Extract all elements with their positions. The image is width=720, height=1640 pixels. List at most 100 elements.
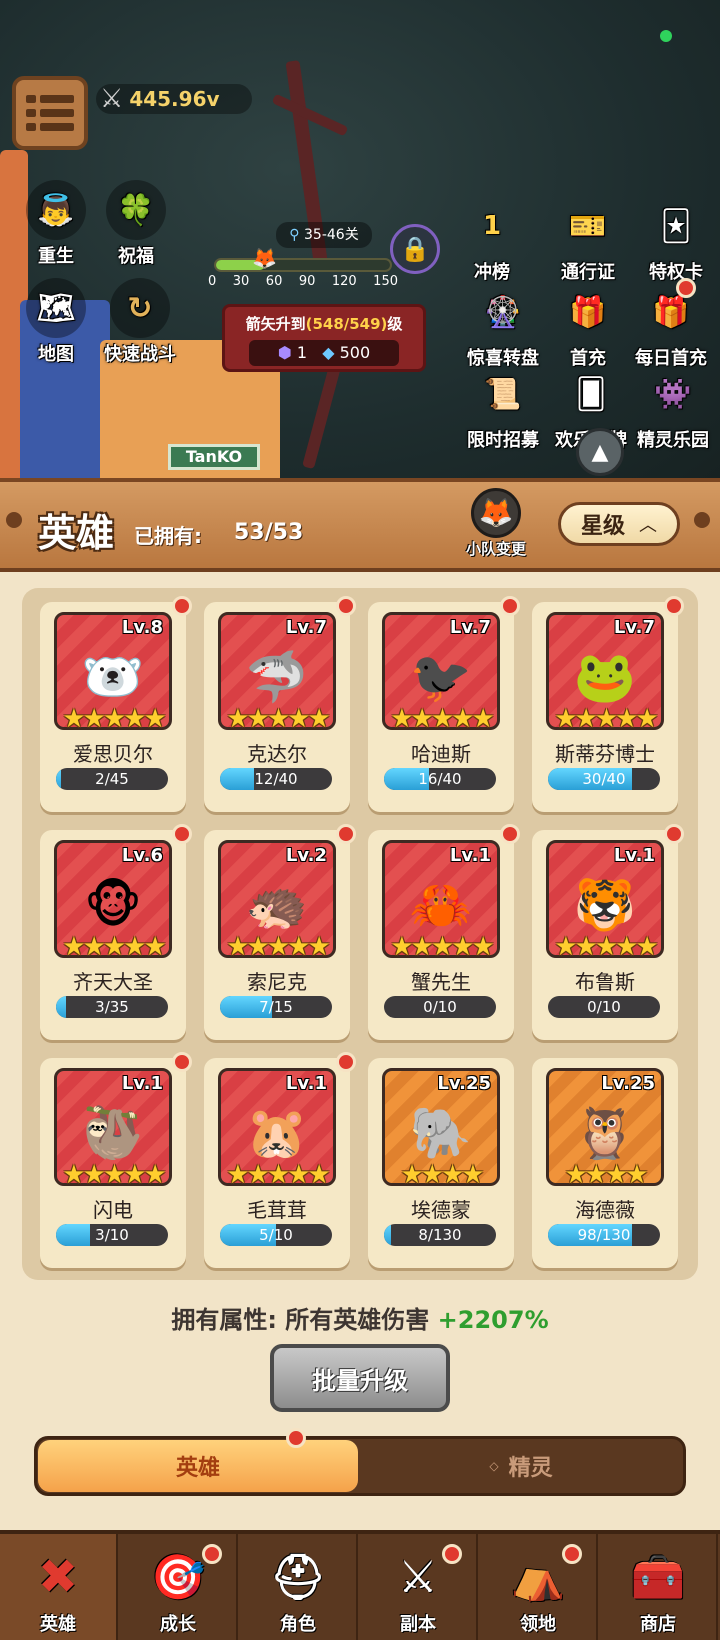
star-rating: ★★★★ — [564, 1160, 648, 1190]
star-rating: ★★★★★ — [390, 932, 495, 962]
diamond-icon: ◆ — [322, 343, 335, 362]
hero-level: Lv.25 — [437, 1073, 491, 1094]
fox-avatar-icon: 🦊 — [471, 488, 521, 538]
hero-card[interactable]: 🦀 Lv.1 ★★★★★ 蟹先生 0/10 — [368, 824, 520, 1040]
blessing-button[interactable]: 🍀 祝福 — [100, 180, 172, 268]
privilege-card-button[interactable]: 🃏 特权卡 — [636, 196, 716, 284]
nav-label: 角色 — [280, 1614, 316, 1635]
spirit-park-button[interactable]: 👾 精灵乐园 — [628, 364, 718, 452]
hero-level: Lv.7 — [285, 617, 327, 638]
notification-dot — [286, 1428, 306, 1448]
nav-item[interactable]: ⚔ 副本 — [360, 1534, 478, 1640]
shard-progress-bar: 2/45 — [56, 768, 168, 790]
purple-gem-icon: ⬢ — [277, 343, 292, 362]
shard-progress-bar: 7/15 — [220, 996, 332, 1018]
menu-button[interactable] — [12, 76, 88, 150]
star-rating: ★★★★★ — [554, 704, 659, 734]
first-recharge-button[interactable]: 🎁 首充 — [552, 282, 624, 370]
shard-progress-bar: 3/35 — [56, 996, 168, 1018]
owned-attribute-bonus: 拥有属性: 所有英雄伤害 +2207% — [171, 1306, 549, 1334]
hero-name: 斯蒂芬博士 — [555, 742, 655, 766]
fast-battle-button[interactable]: ↻ 快速战斗 — [100, 278, 180, 366]
hero-name: 齐天大圣 — [73, 970, 153, 994]
notification-dot — [664, 824, 684, 844]
notification-dot — [500, 596, 520, 616]
notification-dot — [562, 1544, 582, 1564]
hero-level: Lv.7 — [449, 617, 491, 638]
notification-dot — [336, 596, 356, 616]
hero-card[interactable]: 🐦‍⬛ Lv.7 ★★★★★ 哈迪斯 16/40 — [368, 596, 520, 812]
hero-level: Lv.1 — [613, 845, 655, 866]
shard-progress-bar: 5/10 — [220, 1224, 332, 1246]
card-flip-icon: 🂠 — [575, 376, 607, 412]
team-change-button[interactable]: 🦊 小队变更 — [456, 488, 536, 559]
shard-progress-text: 16/40 — [418, 770, 462, 788]
shard-progress-text: 30/40 — [582, 770, 626, 788]
daily-recharge-button[interactable]: 🎁 每日首充 — [626, 282, 716, 370]
hero-card[interactable]: 🐯 Lv.1 ★★★★★ 布鲁斯 0/10 — [532, 824, 684, 1040]
nav-item[interactable]: ✖ 英雄 — [0, 1534, 118, 1640]
hero-level: Lv.1 — [121, 1073, 163, 1094]
sort-star-button[interactable]: 星级 ︿ — [558, 502, 680, 546]
hero-card[interactable]: 🐸 Lv.7 ★★★★★ 斯蒂芬博士 30/40 — [532, 596, 684, 812]
nav-item[interactable]: 🎯 成长 — [120, 1534, 238, 1640]
hero-level: Lv.25 — [601, 1073, 655, 1094]
shard-progress-text: 3/35 — [95, 998, 129, 1016]
hero-card[interactable]: 🦥 Lv.1 ★★★★★ 闪电 3/10 — [40, 1052, 192, 1268]
fast-battle-icon: ↻ — [110, 278, 170, 338]
arrow-upgrade-box[interactable]: 箭矢升到(548/549)级 ⬢ 1 ◆ 500 — [222, 304, 426, 372]
notification-dot — [172, 596, 192, 616]
hero-level: Lv.1 — [449, 845, 491, 866]
wheel-icon: 🎡 — [484, 294, 522, 330]
hero-name: 闪电 — [93, 1198, 133, 1222]
angel-icon: 👼 — [26, 180, 86, 240]
crossed-swords-icon: ⚔ — [100, 84, 124, 114]
locked-stage-button[interactable]: 🔒 — [390, 224, 440, 274]
hero-name: 哈迪斯 — [411, 742, 471, 766]
power-display: ⚔ 445.96v — [96, 84, 252, 114]
rank-button[interactable]: 1 冲榜 — [456, 196, 528, 284]
hero-card[interactable]: 🐹 Lv.1 ★★★★★ 毛茸茸 5/10 — [204, 1052, 356, 1268]
notification-dot — [676, 278, 696, 298]
star-rating: ★★★★★ — [62, 932, 167, 962]
hero-level: Lv.7 — [613, 617, 655, 638]
hero-card[interactable]: 🐻‍❄️ Lv.8 ★★★★★ 爱思贝尔 2/45 — [40, 596, 192, 812]
map-button[interactable]: 🗺 地图 — [20, 278, 92, 366]
status-dot — [660, 30, 672, 42]
shard-progress-bar: 8/130 — [384, 1224, 496, 1246]
hero-level: Lv.1 — [285, 1073, 327, 1094]
collapse-up-button[interactable]: ▲ — [576, 428, 624, 476]
rebirth-button[interactable]: 👼 重生 — [20, 180, 92, 268]
shard-progress-text: 0/10 — [423, 998, 457, 1016]
tab-heroes[interactable]: 英雄 — [38, 1440, 358, 1492]
hero-name: 布鲁斯 — [575, 970, 635, 994]
limited-recruit-button[interactable]: 📜 限时招募 — [458, 364, 548, 452]
hero-level: Lv.2 — [285, 845, 327, 866]
shard-progress-bar: 12/40 — [220, 768, 332, 790]
hero-card[interactable]: 🐘 Lv.25 ★★★★ 埃德蒙 8/130 — [368, 1058, 514, 1268]
surprise-wheel-button[interactable]: 🎡 惊喜转盘 — [458, 282, 548, 370]
shard-progress-text: 8/130 — [418, 1226, 462, 1244]
nav-label: 领地 — [520, 1614, 556, 1635]
page-title: 英雄 — [38, 511, 115, 555]
batch-upgrade-button[interactable]: 批量升级 — [270, 1344, 450, 1412]
nav-item[interactable]: ⛑ 角色 — [240, 1534, 358, 1640]
shard-progress-bar: 98/130 — [548, 1224, 660, 1246]
nav-label: 商店 — [640, 1614, 676, 1635]
rank-icon: 1 — [482, 211, 502, 241]
notification-dot — [172, 824, 192, 844]
hero-card[interactable]: 🦈 Lv.7 ★★★★★ 克达尔 12/40 — [204, 596, 356, 812]
tab-spirits[interactable]: ◇ 精灵 — [360, 1440, 682, 1492]
stage-ticks: 0 30 60 90 120 150 — [208, 274, 398, 289]
hero-card[interactable]: 🦉 Lv.25 ★★★★ 海德薇 98/130 — [532, 1058, 678, 1268]
shard-progress-text: 5/10 — [259, 1226, 293, 1244]
recruit-icon: 📜 — [484, 376, 522, 412]
nav-item[interactable]: ⛺ 领地 — [480, 1534, 598, 1640]
nav-item[interactable]: 🧰 商店 — [600, 1534, 718, 1640]
pass-button[interactable]: 🎫 通行证 — [548, 196, 628, 284]
hero-card[interactable]: 🦔 Lv.2 ★★★★★ 索尼克 7/15 — [204, 824, 356, 1040]
shard-progress-bar: 0/10 — [548, 996, 660, 1018]
star-rating: ★★★★★ — [554, 932, 659, 962]
hero-card[interactable]: 🐵 Lv.6 ★★★★★ 齐天大圣 3/35 — [40, 824, 192, 1040]
hero-level: Lv.6 — [121, 845, 163, 866]
